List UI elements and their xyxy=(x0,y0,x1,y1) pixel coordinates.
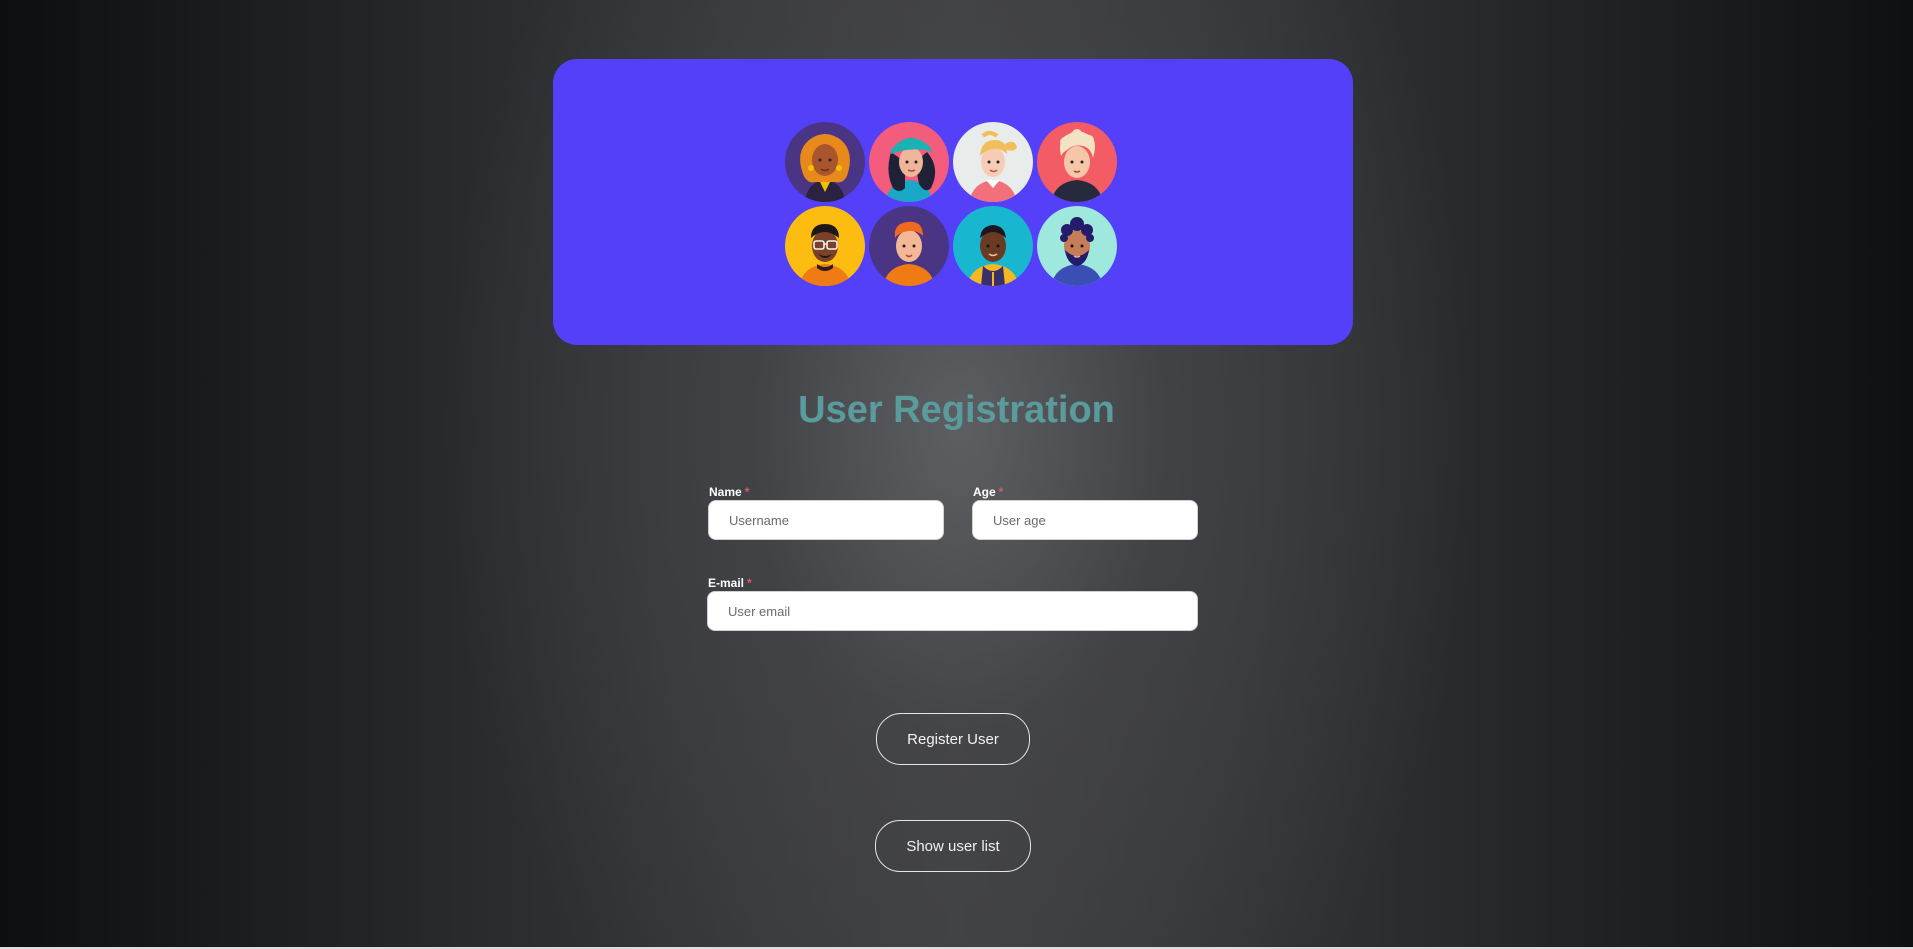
age-label: Age * xyxy=(973,485,1003,499)
name-label-text: Name xyxy=(709,485,742,499)
email-input[interactable] xyxy=(707,591,1198,631)
avatar-man-beard-icon xyxy=(1037,206,1117,286)
registration-page: User Registration Name* Age* E-mail* Reg… xyxy=(0,0,1913,947)
page-title: User Registration xyxy=(798,389,1115,431)
avatar-woman-teal-cap-icon xyxy=(869,122,949,202)
name-input[interactable] xyxy=(708,500,944,540)
avatar-man-blonde-curly-hair-icon xyxy=(1037,122,1117,202)
show-user-list-button[interactable]: Show user list xyxy=(875,820,1031,872)
avatar-woman-orange-curly-hair-icon xyxy=(785,122,865,202)
avatar-grid xyxy=(785,122,1117,286)
register-user-button[interactable]: Register User xyxy=(876,713,1030,765)
age-required-mark: * xyxy=(998,485,1004,499)
avatar-woman-blonde-ponytail-icon xyxy=(953,122,1033,202)
age-label-text: Age xyxy=(973,485,996,499)
age-input[interactable] xyxy=(972,500,1198,540)
avatar-man-yellow-jacket-icon xyxy=(953,206,1033,286)
avatar-man-glasses-icon xyxy=(785,206,865,286)
avatar-man-ginger-hair-icon xyxy=(869,206,949,286)
email-required-mark: * xyxy=(747,576,752,590)
email-label: E-mail * xyxy=(708,576,752,590)
name-required-mark: * xyxy=(744,485,750,499)
email-label-text: E-mail xyxy=(708,576,745,590)
name-label: Name * xyxy=(709,485,749,499)
